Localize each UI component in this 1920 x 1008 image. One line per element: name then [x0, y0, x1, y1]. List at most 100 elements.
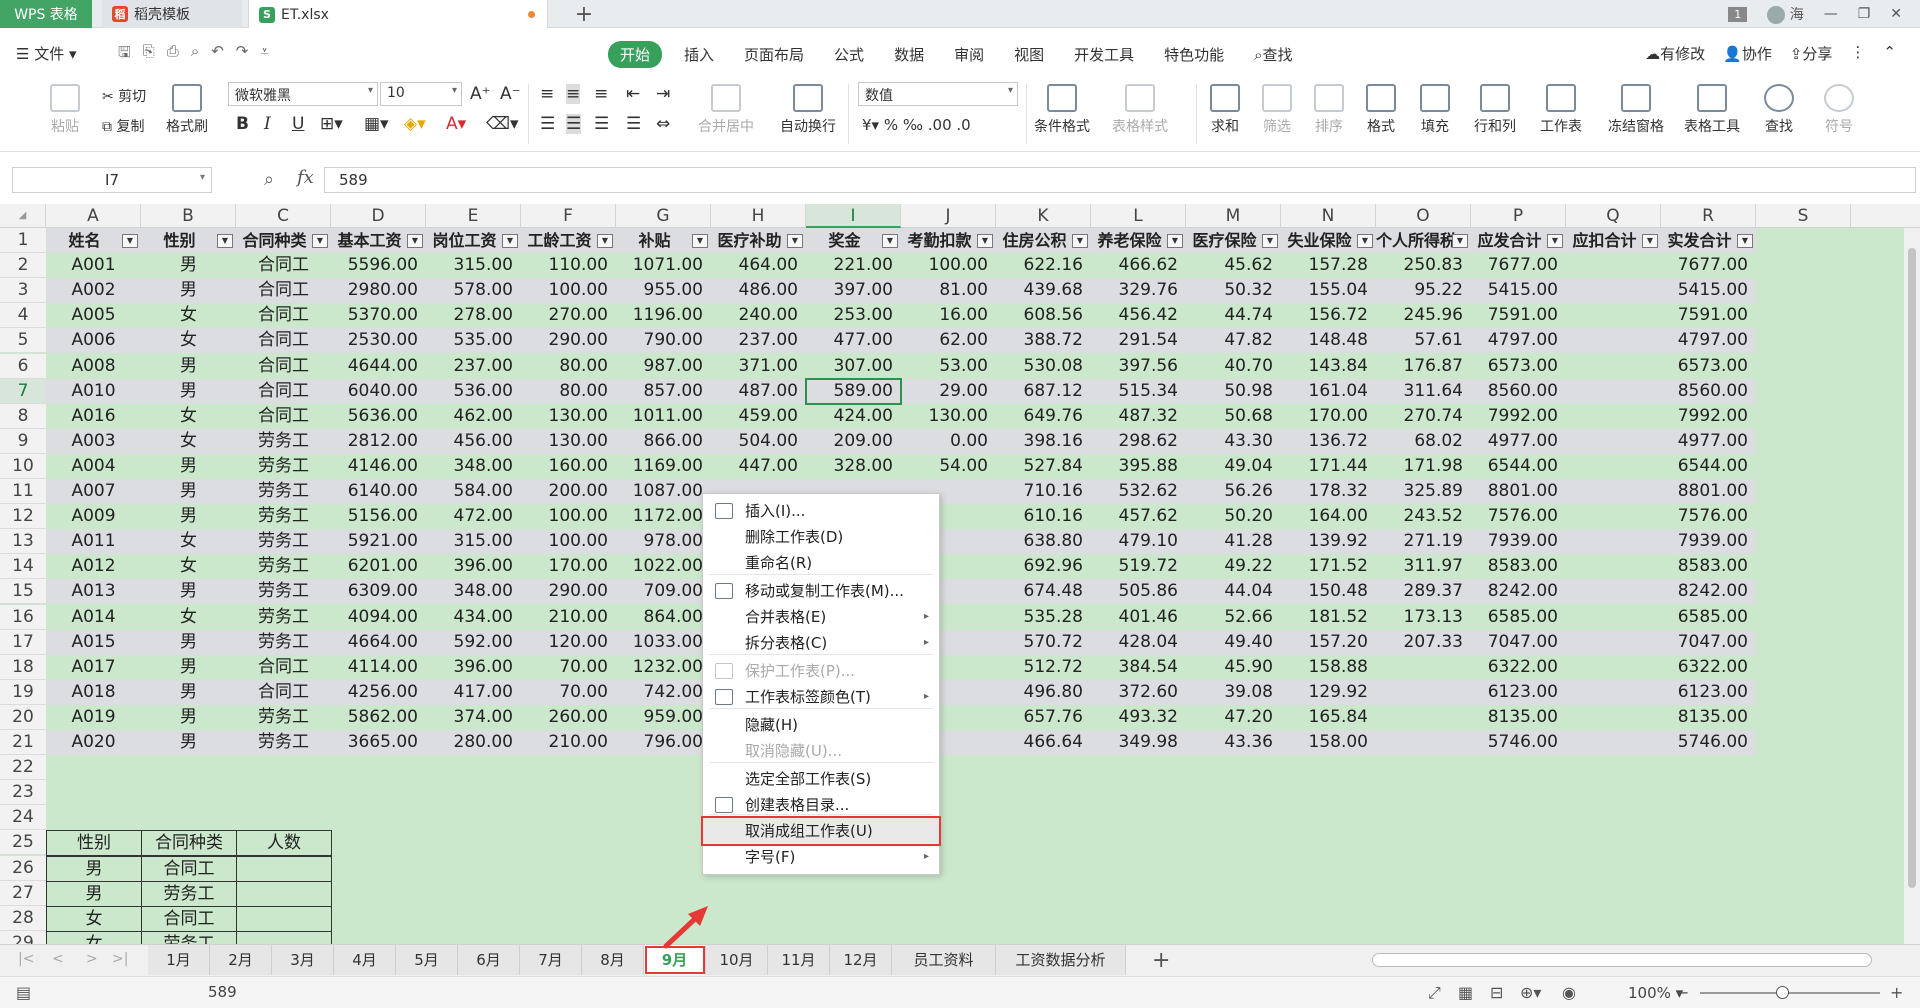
cell[interactable]: 397.00 [806, 278, 901, 303]
row-header[interactable]: 28 [0, 905, 46, 931]
cell[interactable]: 5862.00 [331, 705, 426, 730]
cell[interactable]: 328.00 [806, 454, 901, 479]
summary-header-cell[interactable]: 人数 [236, 830, 332, 857]
cell[interactable]: 790.00 [616, 328, 711, 353]
cell[interactable]: 493.32 [1091, 705, 1186, 730]
cell[interactable]: 237.00 [426, 354, 521, 379]
row-header[interactable]: 11 [0, 479, 46, 504]
filter-dropdown-icon[interactable]: ▼ [1357, 234, 1373, 248]
cell[interactable]: 95.22 [1376, 278, 1471, 303]
row-header[interactable]: 1 [0, 228, 46, 253]
cell[interactable] [1566, 429, 1661, 454]
cell[interactable]: 592.00 [426, 630, 521, 655]
cell[interactable] [1566, 554, 1661, 579]
cell[interactable]: 148.48 [1281, 328, 1376, 353]
cell[interactable]: 384.54 [1091, 655, 1186, 680]
cell[interactable]: 100.00 [901, 253, 996, 278]
cell[interactable]: 70.00 [521, 680, 616, 705]
cell[interactable]: 男 [141, 655, 236, 680]
cell[interactable] [1566, 605, 1661, 630]
cell[interactable]: 2812.00 [331, 429, 426, 454]
cell[interactable]: 劳务工 [236, 504, 331, 529]
cell[interactable]: 165.84 [1281, 705, 1376, 730]
sheet-status-icon[interactable]: ▤ [16, 983, 31, 1002]
cell[interactable]: 6123.00 [1471, 680, 1566, 705]
cell[interactable]: 181.52 [1281, 605, 1376, 630]
cell[interactable]: 515.34 [1091, 379, 1186, 404]
cell[interactable]: 289.37 [1376, 579, 1471, 604]
sheet-tab[interactable]: 10月 [706, 945, 768, 975]
context-menu-item[interactable]: 取消成组工作表(U) [701, 816, 941, 846]
summary-cell[interactable]: 合同工 [141, 905, 237, 932]
sheet-tab[interactable]: 员工资料 [892, 945, 996, 975]
tab-view[interactable]: 视图 [1014, 44, 1044, 65]
cell[interactable]: 955.00 [616, 278, 711, 303]
cell[interactable]: 劳务工 [236, 529, 331, 554]
align-left-icon[interactable]: ☰ [540, 114, 555, 134]
increase-font-icon[interactable]: A⁺ [470, 84, 491, 104]
cell[interactable]: 劳务工 [236, 605, 331, 630]
cell[interactable]: 6040.00 [331, 379, 426, 404]
distribute-icon[interactable]: ⇔ [656, 114, 670, 134]
cell[interactable]: 245.96 [1376, 303, 1471, 328]
align-middle-icon[interactable]: ≡ [566, 84, 581, 104]
font-color-icon[interactable]: A▾ [446, 114, 466, 134]
cell[interactable]: 417.00 [426, 680, 521, 705]
cell[interactable]: 5415.00 [1661, 278, 1756, 303]
cell[interactable]: 劳务工 [236, 705, 331, 730]
cell[interactable]: A011 [46, 529, 141, 554]
row-header[interactable]: 18 [0, 654, 46, 680]
cell[interactable]: 371.00 [711, 354, 806, 379]
cell[interactable]: 504.00 [711, 429, 806, 454]
cell[interactable]: 43.36 [1186, 730, 1281, 755]
cell[interactable]: 80.00 [521, 379, 616, 404]
cell[interactable]: 1087.00 [616, 479, 711, 504]
cell[interactable] [1566, 404, 1661, 429]
zoom-formula-icon[interactable]: ⌕ [264, 169, 274, 190]
cell[interactable]: 男 [141, 730, 236, 755]
sheet-tab[interactable]: 8月 [582, 945, 644, 975]
sheet-tab[interactable]: 2月 [210, 945, 272, 975]
cell[interactable]: A003 [46, 429, 141, 454]
filter-dropdown-icon[interactable]: ▼ [882, 234, 898, 248]
cell[interactable]: 41.28 [1186, 529, 1281, 554]
number-format-buttons[interactable]: ¥▾ % ‰ .00 .0 [862, 116, 971, 134]
cell[interactable]: 43.30 [1186, 429, 1281, 454]
row-header[interactable]: 25 [0, 830, 46, 856]
cell[interactable]: 200.00 [521, 479, 616, 504]
column-header-f[interactable]: F [521, 204, 616, 228]
row-header[interactable]: 16 [0, 604, 46, 630]
cell[interactable]: 459.00 [711, 404, 806, 429]
column-header-h[interactable]: H [711, 204, 806, 228]
cell[interactable]: 466.64 [996, 730, 1091, 755]
next-sheet-icon[interactable]: > [86, 951, 98, 967]
cell[interactable]: 男 [141, 479, 236, 504]
row-header[interactable]: 26 [0, 855, 46, 881]
cell[interactable]: 1022.00 [616, 554, 711, 579]
cell[interactable]: 622.16 [996, 253, 1091, 278]
summary-cell[interactable] [236, 855, 332, 882]
cell[interactable]: 649.76 [996, 404, 1091, 429]
cell[interactable]: 170.00 [521, 554, 616, 579]
cell[interactable]: 40.70 [1186, 354, 1281, 379]
filter-dropdown-icon[interactable]: ▼ [122, 234, 138, 248]
merge-style-icon[interactable]: ▦▾ [364, 114, 389, 134]
cell[interactable]: 176.87 [1376, 354, 1471, 379]
cell[interactable]: 男 [141, 630, 236, 655]
freeze-panes-button[interactable]: 冻结窗格 [1608, 84, 1664, 136]
bold-icon[interactable]: B [236, 114, 249, 134]
context-menu-item[interactable]: 插入(I)... [703, 498, 939, 524]
cell[interactable]: 7047.00 [1471, 630, 1566, 655]
context-menu-item[interactable]: 重命名(R) [703, 550, 939, 576]
cell[interactable]: 44.04 [1186, 579, 1281, 604]
formula-input[interactable]: 589 [324, 167, 1916, 193]
cell[interactable]: 456.00 [426, 429, 521, 454]
sheet-tab[interactable]: 11月 [768, 945, 830, 975]
cell[interactable] [1566, 579, 1661, 604]
cell[interactable]: 16.00 [901, 303, 996, 328]
underline-icon[interactable]: U [292, 114, 304, 134]
cell[interactable]: 53.00 [901, 354, 996, 379]
cell[interactable]: 男 [141, 454, 236, 479]
fill-button[interactable]: 填充 [1420, 84, 1450, 136]
cell[interactable]: 487.32 [1091, 404, 1186, 429]
